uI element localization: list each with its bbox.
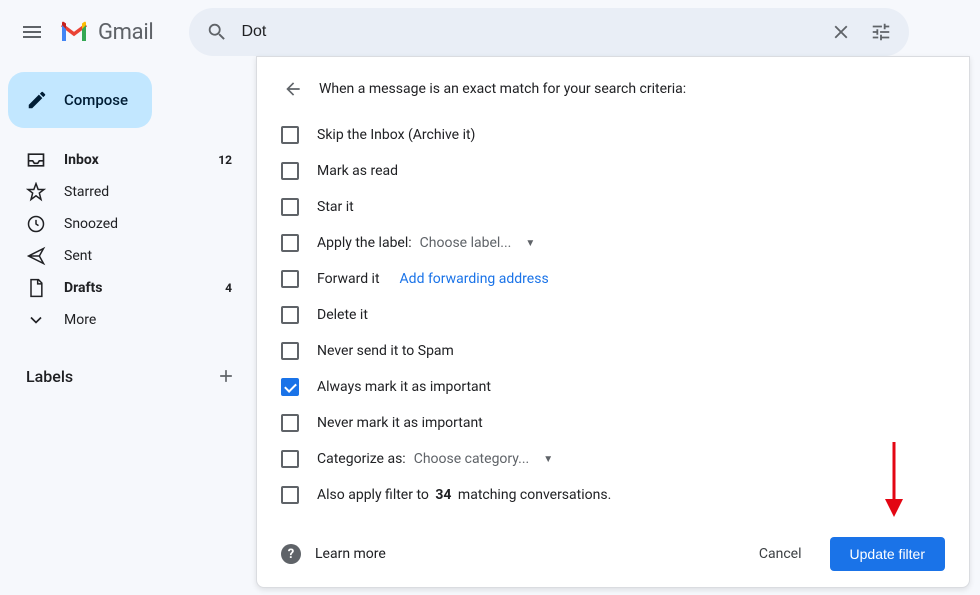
pencil-icon <box>26 89 48 111</box>
nav-count: 4 <box>225 281 232 295</box>
checkbox[interactable] <box>281 486 299 504</box>
logo[interactable]: Gmail <box>60 20 153 45</box>
search-button[interactable] <box>197 12 237 52</box>
checkbox[interactable] <box>281 378 299 396</box>
option-label: Always mark it as important <box>317 379 491 395</box>
checkbox[interactable] <box>281 234 299 252</box>
search-icon <box>206 21 228 43</box>
content-area: When a message is an exact match for you… <box>256 64 980 595</box>
help-icon[interactable]: ? <box>281 544 301 564</box>
inbox-icon <box>26 150 46 170</box>
close-icon <box>830 21 852 43</box>
nav-label: Drafts <box>64 280 225 296</box>
sidebar-item-inbox[interactable]: Inbox 12 <box>0 144 248 176</box>
product-name: Gmail <box>98 20 153 45</box>
nav-label: Sent <box>64 248 232 264</box>
send-icon <box>26 246 46 266</box>
label-dropdown[interactable]: Choose label... ▼ <box>420 235 536 251</box>
search-options-button[interactable] <box>861 12 901 52</box>
chevron-down-icon: ▼ <box>543 454 553 465</box>
draft-icon <box>26 278 46 298</box>
checkbox[interactable] <box>281 162 299 180</box>
category-dropdown[interactable]: Choose category... ▼ <box>414 451 553 467</box>
chevron-down-icon: ▼ <box>525 238 535 249</box>
search-input[interactable] <box>237 23 821 41</box>
sidebar-item-sent[interactable]: Sent <box>0 240 248 272</box>
dropdown-value: Choose label... <box>420 235 512 251</box>
nav-count: 12 <box>218 153 232 167</box>
hamburger-icon <box>20 20 44 44</box>
gmail-logo-icon <box>60 21 88 43</box>
filter-options: Skip the Inbox (Archive it) Mark as read… <box>281 117 945 513</box>
nav-label: More <box>64 312 232 328</box>
filter-option-categorize: Categorize as: Choose category... ▼ <box>281 441 945 477</box>
chevron-down-icon <box>26 310 46 330</box>
arrow-back-icon <box>283 79 303 99</box>
checkbox[interactable] <box>281 342 299 360</box>
filter-option-mark-read: Mark as read <box>281 153 945 189</box>
checkbox[interactable] <box>281 270 299 288</box>
search-bar <box>189 8 909 56</box>
nav-label: Inbox <box>64 152 218 168</box>
sidebar-item-more[interactable]: More <box>0 304 248 336</box>
clock-icon <box>26 214 46 234</box>
star-icon <box>26 182 46 202</box>
dropdown-value: Choose category... <box>414 451 530 467</box>
filter-option-apply-label: Apply the label: Choose label... ▼ <box>281 225 945 261</box>
option-label: Never send it to Spam <box>317 343 454 359</box>
filter-panel: When a message is an exact match for you… <box>256 56 970 588</box>
labels-title: Labels <box>26 367 73 386</box>
option-label: Categorize as: <box>317 451 406 467</box>
add-label-button[interactable] <box>212 362 240 390</box>
add-forwarding-link[interactable]: Add forwarding address <box>400 271 549 287</box>
learn-more-link[interactable]: Learn more <box>315 546 743 562</box>
nav-label: Starred <box>64 184 232 200</box>
option-label: Skip the Inbox (Archive it) <box>317 127 475 143</box>
checkbox[interactable] <box>281 306 299 324</box>
sidebar: Compose Inbox 12 Starred Snoozed Sent <box>0 64 256 595</box>
option-label: Star it <box>317 199 354 215</box>
option-label: Also apply filter to 34 matching convers… <box>317 487 611 503</box>
option-label: Delete it <box>317 307 368 323</box>
filter-option-never-spam: Never send it to Spam <box>281 333 945 369</box>
filter-option-forward: Forward it Add forwarding address <box>281 261 945 297</box>
clear-search-button[interactable] <box>821 12 861 52</box>
sidebar-item-drafts[interactable]: Drafts 4 <box>0 272 248 304</box>
nav-list: Inbox 12 Starred Snoozed Sent Drafts 4 <box>0 140 256 340</box>
option-label: Forward it <box>317 271 380 287</box>
menu-button[interactable] <box>8 8 56 56</box>
filter-header: When a message is an exact match for you… <box>281 77 945 101</box>
back-button[interactable] <box>281 77 305 101</box>
cancel-button[interactable]: Cancel <box>743 538 818 570</box>
checkbox[interactable] <box>281 450 299 468</box>
filter-option-apply-existing: Also apply filter to 34 matching convers… <box>281 477 945 513</box>
checkbox[interactable] <box>281 414 299 432</box>
filter-option-skip-inbox: Skip the Inbox (Archive it) <box>281 117 945 153</box>
sidebar-item-starred[interactable]: Starred <box>0 176 248 208</box>
option-label: Mark as read <box>317 163 398 179</box>
option-label: Never mark it as important <box>317 415 483 431</box>
filter-option-delete: Delete it <box>281 297 945 333</box>
matching-count: 34 <box>435 487 451 503</box>
filter-option-star: Star it <box>281 189 945 225</box>
header: Gmail <box>0 0 980 64</box>
nav-label: Snoozed <box>64 216 232 232</box>
compose-button[interactable]: Compose <box>8 72 152 128</box>
plus-icon <box>216 366 236 386</box>
filter-title: When a message is an exact match for you… <box>319 81 686 97</box>
filter-option-never-important: Never mark it as important <box>281 405 945 441</box>
checkbox[interactable] <box>281 126 299 144</box>
sidebar-item-snoozed[interactable]: Snoozed <box>0 208 248 240</box>
filter-footer: ? Learn more Cancel Update filter <box>281 537 945 571</box>
main: Compose Inbox 12 Starred Snoozed Sent <box>0 64 980 595</box>
tune-icon <box>870 21 892 43</box>
compose-label: Compose <box>64 91 128 109</box>
filter-option-always-important: Always mark it as important <box>281 369 945 405</box>
checkbox[interactable] <box>281 198 299 216</box>
labels-header: Labels <box>0 356 256 396</box>
option-label: Apply the label: <box>317 235 412 251</box>
update-filter-button[interactable]: Update filter <box>830 537 945 571</box>
